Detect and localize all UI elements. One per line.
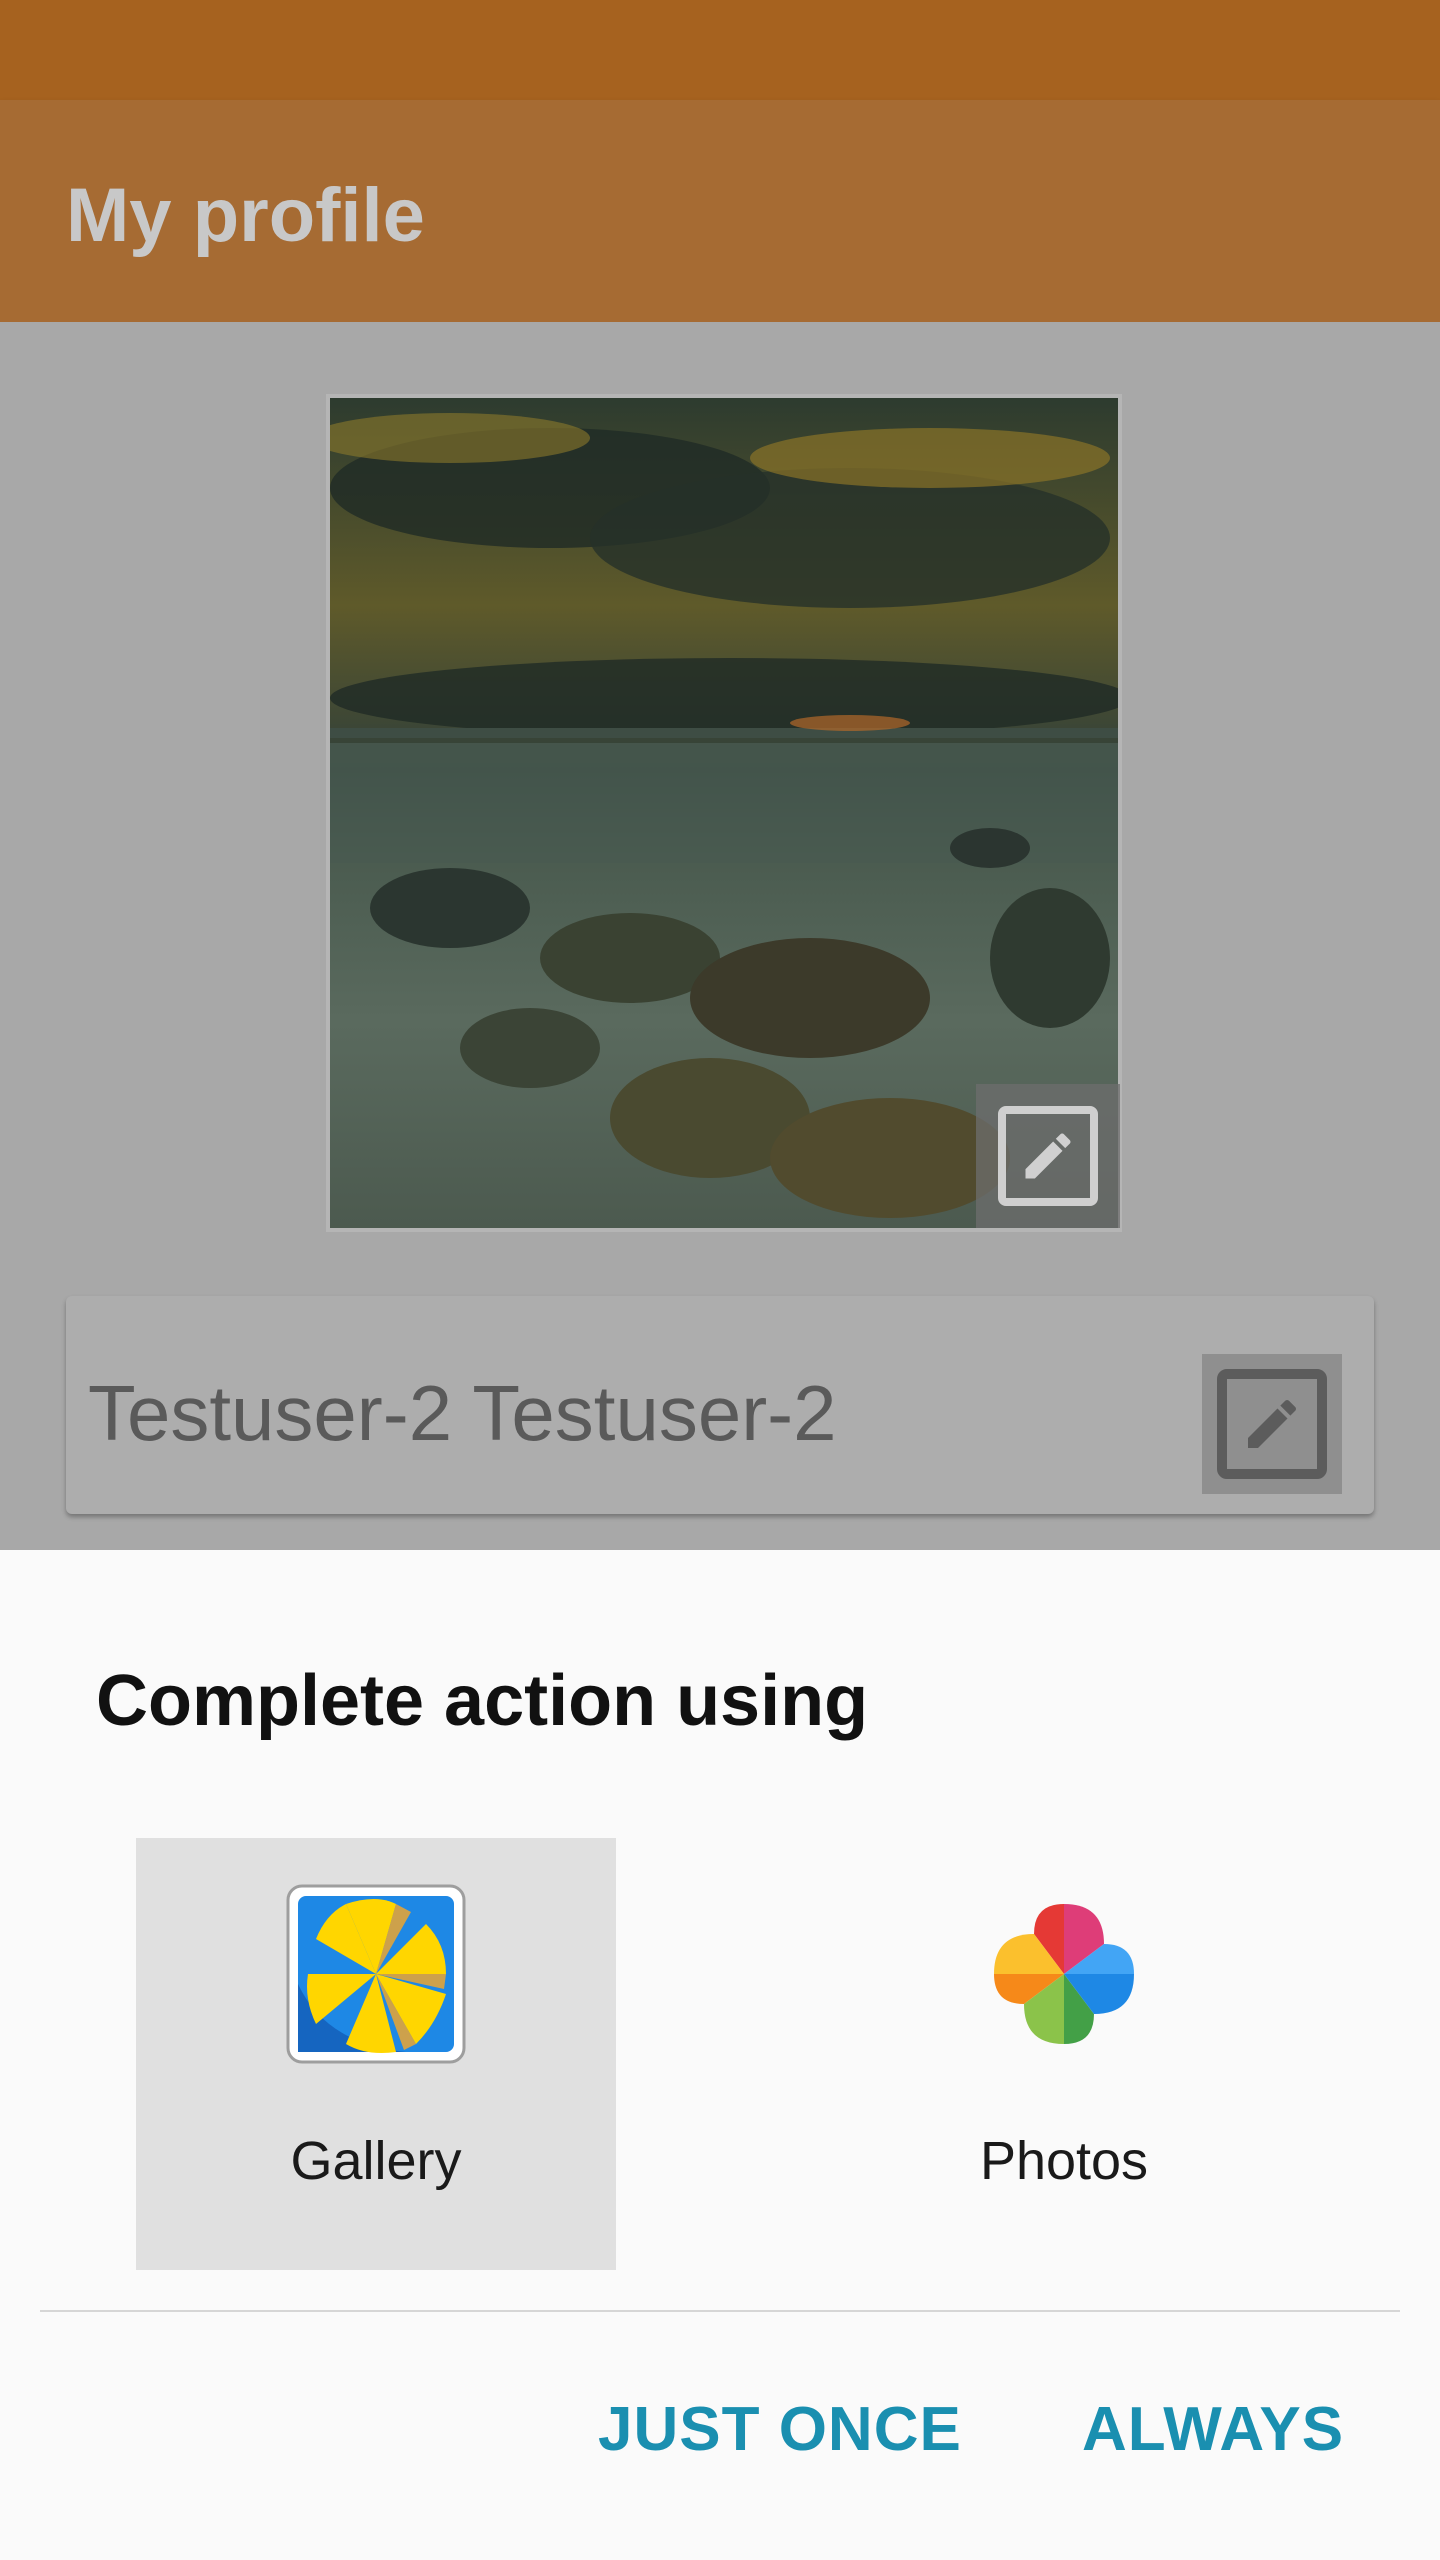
page-title: My profile — [66, 173, 425, 258]
app-option-label: Gallery — [290, 2131, 462, 2191]
pencil-icon — [1248, 1399, 1297, 1448]
always-button[interactable]: ALWAYS — [1082, 2394, 1344, 2465]
app-option-photos[interactable]: Photos — [824, 1838, 1304, 2270]
profile-name: Testuser-2 Testuser-2 — [88, 1369, 837, 1457]
photos-pinwheel-icon — [974, 1884, 1154, 2064]
edit-photo-frame — [998, 1106, 1098, 1206]
profile-name-card: Testuser-2 Testuser-2 — [66, 1296, 1374, 1514]
chooser-heading: Complete action using — [96, 1661, 869, 1741]
app-option-label: Photos — [979, 2131, 1149, 2191]
status-bar — [0, 0, 1440, 100]
just-once-button[interactable]: JUST ONCE — [598, 2394, 962, 2465]
edit-name-button[interactable] — [1202, 1354, 1342, 1494]
edit-photo-button[interactable] — [976, 1084, 1120, 1228]
app-bar: My profile — [0, 100, 1440, 322]
divider — [40, 2310, 1400, 2312]
edit-name-frame — [1217, 1369, 1327, 1479]
gallery-icon — [286, 1884, 466, 2064]
pencil-icon — [1025, 1133, 1071, 1179]
chooser-sheet: Complete action using Gallery Photos JUS… — [0, 1550, 1440, 2560]
app-option-gallery[interactable]: Gallery — [136, 1838, 616, 2270]
